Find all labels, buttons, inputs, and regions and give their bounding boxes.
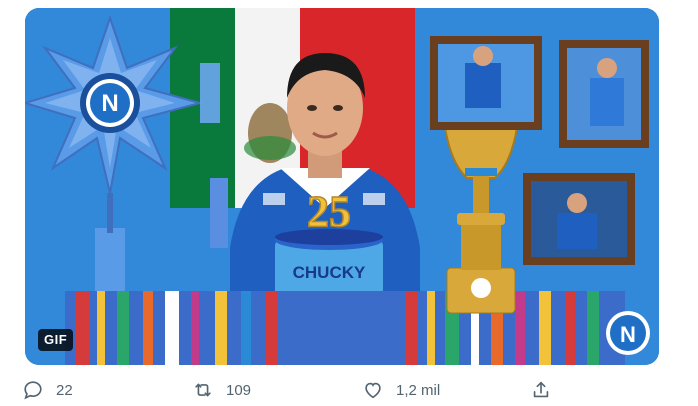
pinata-badge-letter: N (101, 90, 118, 117)
candle-number: 25 (307, 187, 351, 236)
napoli-logo: N (606, 311, 650, 355)
share-icon (533, 381, 549, 398)
share-button[interactable] (530, 374, 552, 406)
tweet-action-bar: 22 109 1,2 mil (0, 374, 698, 406)
reply-icon (24, 381, 42, 400)
photo-frame-3 (523, 173, 635, 265)
cake-text: CHUCKY (293, 263, 366, 282)
tweet-media-gif[interactable]: N CHUCKY 25 N (25, 8, 659, 365)
heart-icon (365, 382, 381, 399)
reply-count: 22 (56, 381, 73, 399)
gif-badge: GIF (38, 329, 74, 351)
retweet-count: 109 (226, 381, 252, 399)
like-count: 1,2 mil (396, 381, 441, 399)
serape-tablecloth (65, 291, 625, 365)
retweet-icon (195, 383, 211, 397)
photo-frame-2 (559, 40, 649, 148)
retweet-button[interactable]: 109 (192, 374, 251, 406)
reply-button[interactable]: 22 (22, 374, 73, 406)
like-button[interactable]: 1,2 mil (362, 374, 440, 406)
corner-logo-letter: N (620, 322, 636, 347)
photo-frame-1 (430, 36, 542, 130)
